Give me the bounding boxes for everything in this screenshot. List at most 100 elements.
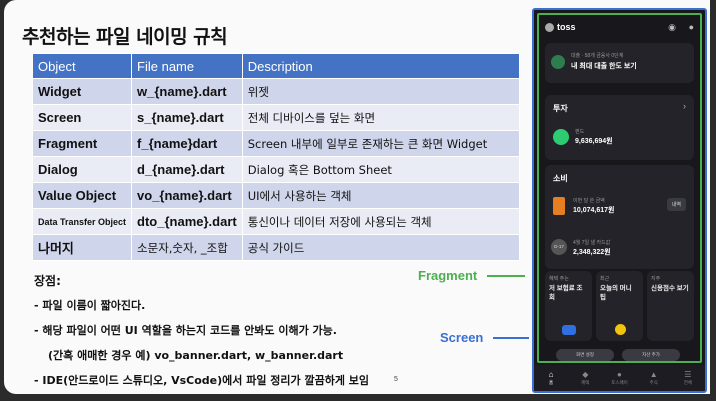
slide-title: 추천하는 파일 네이밍 규칙 [22, 26, 228, 48]
menu-icon: ☰ [684, 370, 692, 379]
notes-heading: 장점: [34, 274, 61, 288]
table-row: 나머지 소문자,숫자, _조합 공식 가이드 [31, 234, 521, 261]
fund-icon [553, 129, 569, 145]
fragment-arrow [487, 275, 525, 277]
add-asset-button[interactable]: 자산 추가 [622, 349, 680, 361]
tile-caption: 지주 [651, 276, 661, 282]
bottom-tab-bar: ⌂ 홈 ◆ 혜택 ● 토스페이 ▲ 주식 ☰ 전체 [534, 365, 705, 391]
object-cell: 나머지 [31, 234, 133, 261]
description-cell: Screen 내부에 일부로 존재하는 큰 화면 Widget [241, 130, 521, 157]
description-cell: Dialog 혹은 Bottom Sheet [241, 156, 521, 183]
file-name-cell: d_{name}.dart [131, 156, 243, 183]
lightbulb-icon [614, 324, 626, 335]
phone-screen: toss ◉ ● 대출 · 58개 금융사 0단계 내 최대 대출 한도 보기 … [532, 8, 707, 393]
object-cell: Screen [31, 104, 133, 131]
credit-score-tile[interactable]: 지주 신용점수 보기 [647, 271, 694, 341]
description-cell: 전체 디바이스를 덮는 화면 [241, 104, 521, 131]
insurance-tile[interactable]: 혜택 주는 저 보험료 조회 [545, 271, 592, 341]
tile-caption: 혜택 주는 [549, 276, 569, 282]
spend-title: 소비 [553, 174, 568, 183]
loan-title: 내 최대 대출 한도 보기 [571, 63, 637, 70]
spend-card[interactable]: 소비 이번 달 쓴 금액 10,074,617원 내역 D-17 4월 7일 낼… [545, 165, 694, 269]
invest-title: 투자 [553, 104, 568, 113]
loan-caption: 대출 · 58개 금융사 0단계 [571, 53, 624, 59]
column-header-file-name: File name [131, 53, 243, 79]
loan-card[interactable]: 대출 · 58개 금융사 0단계 내 최대 대출 한도 보기 [545, 43, 694, 83]
app-name: toss [557, 22, 576, 32]
file-name-cell: s_{name}.dart [131, 104, 243, 131]
spend-item2-amount: 2,348,322원 [573, 249, 611, 256]
chevron-right-icon: › [683, 101, 686, 111]
dday-badge: D-17 [551, 239, 567, 255]
screen-settings-button[interactable]: 화면 설정 [556, 349, 614, 361]
screen-arrow [493, 337, 529, 339]
tab-benefits[interactable]: ◆ 혜택 [575, 370, 595, 386]
window-edge [710, 0, 716, 401]
fragment-frame: toss ◉ ● 대출 · 58개 금융사 0단계 내 최대 대출 한도 보기 … [537, 13, 702, 363]
tab-stocks[interactable]: ▲ 주식 [644, 370, 664, 386]
tile-title: 오늘의 머니 팁 [600, 285, 632, 301]
toss-logo: toss [545, 22, 576, 33]
table-row: Value Object vo_{name}.dart UI에서 사용하는 객체 [31, 182, 521, 209]
file-name-cell: vo_{name}.dart [131, 182, 243, 209]
screen-label: Screen [440, 330, 484, 345]
column-header-description: Description [241, 53, 521, 79]
bell-icon[interactable]: ● [689, 22, 694, 32]
note-line: - 해당 파일이 어떤 UI 역할을 하는지 코드를 안봐도 이해가 가능. [34, 324, 337, 337]
column-header-object: Object [31, 53, 133, 79]
slide: 추천하는 파일 네이밍 규칙 Object File name Descript… [4, 0, 714, 394]
note-line: - 파일 이름이 짧아진다. [34, 299, 146, 312]
diamond-icon: ◆ [582, 370, 589, 379]
history-button[interactable]: 내역 [666, 198, 686, 211]
file-name-cell: f_{name}dart [131, 130, 243, 157]
description-cell: UI에서 사용하는 객체 [241, 182, 521, 209]
toss-logo-icon [545, 23, 554, 33]
table-row: Data Transfer Object dto_{name}.dart 통신이… [31, 208, 521, 235]
invest-card[interactable]: 투자 › 펀드 9,636,694원 [545, 95, 694, 160]
table-row: Screen s_{name}.dart 전체 디바이스를 덮는 화면 [31, 104, 521, 131]
table-row: Fragment f_{name}dart Screen 내부에 일부로 존재하… [31, 130, 521, 157]
spend-item2-caption: 4월 7일 낼 카드값 [573, 240, 611, 246]
loan-icon [551, 55, 565, 69]
description-cell: 통신이나 데이터 저장에 사용되는 객체 [241, 208, 521, 235]
app-header: toss ◉ ● [545, 22, 694, 36]
spend-item1-caption: 이번 달 쓴 금액 [573, 198, 605, 204]
file-name-cell: w_{name}.dart [131, 78, 243, 105]
car-icon [561, 325, 576, 335]
tab-tosspay[interactable]: ● 토스페이 [609, 370, 629, 386]
note-line: (간혹 애매한 경우 예) vo_banner.dart, w_banner.d… [48, 349, 344, 362]
tab-all[interactable]: ☰ 전체 [678, 370, 698, 386]
table-row: Dialog d_{name}.dart Dialog 혹은 Bottom Sh… [31, 156, 521, 183]
tile-title: 신용점수 보기 [651, 285, 689, 292]
chart-icon: ▲ [649, 370, 658, 379]
location-icon[interactable]: ◉ [668, 22, 676, 33]
pay-icon: ● [617, 370, 622, 379]
description-cell: 공식 가이드 [241, 234, 521, 261]
object-cell: Widget [31, 78, 133, 105]
file-name-cell: dto_{name}.dart [131, 208, 243, 235]
object-cell: Dialog [31, 156, 133, 183]
tab-home[interactable]: ⌂ 홈 [541, 370, 561, 386]
card-icon [553, 197, 565, 215]
tile-title: 저 보험료 조회 [549, 285, 583, 301]
file-name-cell: 소문자,숫자, _조합 [131, 234, 243, 261]
bottom-edge [0, 394, 716, 401]
spend-item1-amount: 10,074,617원 [573, 207, 615, 214]
tile-caption: 최근 [600, 276, 610, 282]
object-cell: Value Object [31, 182, 133, 209]
note-line: - IDE(안드로이드 스튜디오, VsCode)에서 파일 정리가 깔끔하게 … [34, 374, 370, 387]
fund-amount: 9,636,694원 [575, 138, 613, 145]
table-header-row: Object File name Description [31, 53, 521, 79]
object-cell: Data Transfer Object [31, 208, 133, 235]
table-row: Widget w_{name}.dart 위젯 [31, 78, 521, 105]
naming-table: Object File name Description Widget w_{n… [31, 53, 521, 261]
description-cell: 위젯 [241, 78, 521, 105]
object-cell: Fragment [31, 130, 133, 157]
page-number: 5 [394, 376, 398, 383]
tile-grid: 혜택 주는 저 보험료 조회 최근 오늘의 머니 팁 지주 신용점수 보기 [545, 271, 694, 341]
fragment-label: Fragment [418, 268, 478, 283]
home-icon: ⌂ [548, 370, 554, 379]
notes: 장점: - 파일 이름이 짧아진다. - 해당 파일이 어떤 UI 역할을 하는… [34, 272, 369, 394]
fund-caption: 펀드 [575, 129, 585, 135]
money-tip-tile[interactable]: 최근 오늘의 머니 팁 [596, 271, 643, 341]
